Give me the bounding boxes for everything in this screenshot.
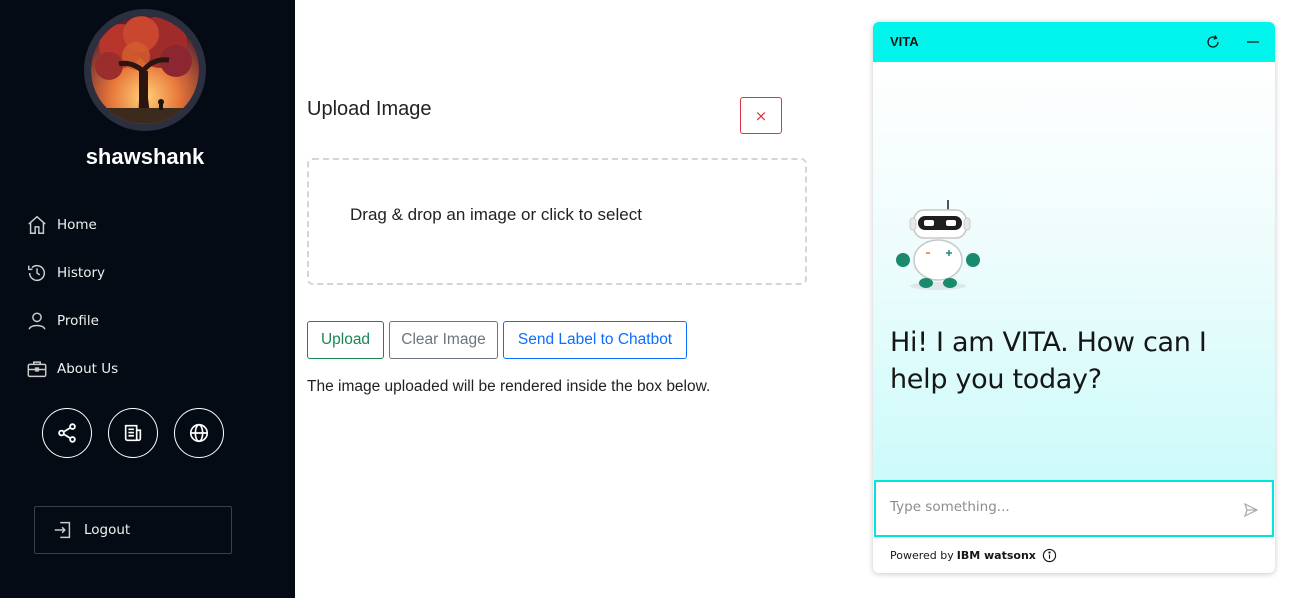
briefcase-icon [25,357,49,381]
newspaper-icon [124,424,142,442]
info-icon[interactable] [1042,548,1057,563]
history-icon [25,261,49,285]
chat-footer: Powered by IBM watsonx [890,548,1057,563]
chat-input[interactable] [890,499,1220,515]
sidebar-item-profile[interactable]: Profile [25,297,118,345]
sidebar-item-label: About Us [57,361,119,377]
chat-input-container [874,480,1274,537]
chat-widget: VITA Hi! I am VITA. How can I help you t… [873,22,1275,573]
sidebar-item-history[interactable]: History [25,249,118,297]
sidebar-item-home[interactable]: Home [25,201,118,249]
logout-button[interactable]: Logout [34,506,232,554]
globe-icon [189,423,209,443]
share-button[interactable] [42,408,92,458]
chat-header: VITA [873,22,1275,62]
page-title: Upload Image [307,98,432,120]
blog-button[interactable] [108,408,158,458]
sidebar: shawshank Home History Profile About Us [0,0,295,598]
person-icon [25,309,49,333]
close-icon: × [754,106,768,125]
send-icon[interactable] [1243,502,1259,518]
avatar[interactable] [84,9,206,131]
dropzone-text: Drag & drop an image or click to select [350,205,642,224]
robot-avatar-icon [896,200,980,290]
powered-by-brand: IBM watsonx [956,549,1036,562]
sidebar-item-label: Home [57,217,97,233]
minimize-icon[interactable] [1245,34,1261,50]
image-dropzone[interactable]: Drag & drop an image or click to select [307,158,807,285]
share-icon [58,423,76,443]
clear-image-button[interactable]: Clear Image [389,321,498,359]
sidebar-item-label: History [57,265,106,281]
username: shawshank [85,144,205,169]
refresh-icon[interactable] [1205,34,1221,50]
chat-greeting: Hi! I am VITA. How can I help you today? [890,327,1207,395]
chat-body: Hi! I am VITA. How can I help you today? [873,62,1275,480]
upload-button[interactable]: Upload [307,321,384,359]
chat-title: VITA [890,34,919,49]
sidebar-item-label: Profile [57,313,99,329]
sidebar-nav: Home History Profile About Us [25,201,118,393]
logout-icon [54,521,71,539]
powered-by-label: Powered by [890,549,954,562]
send-label-button[interactable]: Send Label to Chatbot [503,321,687,359]
close-button[interactable]: × [740,97,782,134]
upload-note: The image uploaded will be rendered insi… [307,378,711,395]
logout-label: Logout [84,522,131,538]
avatar-image [91,16,199,124]
website-button[interactable] [174,408,224,458]
sidebar-item-about[interactable]: About Us [25,345,118,393]
home-icon [25,213,49,237]
